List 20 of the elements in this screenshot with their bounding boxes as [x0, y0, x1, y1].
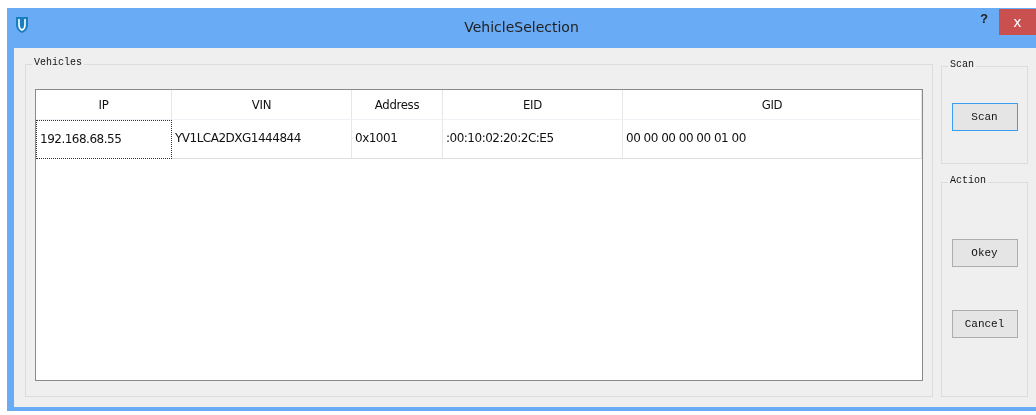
column-header[interactable]: VIN [172, 90, 352, 120]
action-button[interactable]: Okey [951, 239, 1018, 267]
table-cell[interactable]: 0x1001 [352, 120, 443, 159]
table-cell[interactable]: YV1LCA2DXG1444844 [172, 120, 352, 159]
column-header[interactable]: Address [352, 90, 443, 120]
help-button[interactable]: ? [976, 10, 992, 29]
scan-button[interactable]: Scan [951, 103, 1018, 131]
close-button[interactable]: x [999, 9, 1036, 35]
shield-logo-icon [15, 16, 29, 34]
group-title: Scan [948, 59, 976, 70]
column-header[interactable]: GID [623, 90, 922, 120]
group-title: Action [948, 175, 988, 186]
column-header[interactable]: IP [36, 90, 172, 120]
action-button[interactable]: Cancel [951, 310, 1018, 338]
group-title: Vehicles [32, 57, 84, 68]
table-cell[interactable]: 00 00 00 00 00 01 00 [623, 120, 922, 159]
table-cell[interactable]: :00:10:02:20:2C:E5 [443, 120, 623, 159]
column-header[interactable]: EID [443, 90, 623, 120]
table-cell[interactable]: 192.168.68.55 [36, 120, 172, 159]
window-title: VehicleSelection [464, 19, 579, 35]
